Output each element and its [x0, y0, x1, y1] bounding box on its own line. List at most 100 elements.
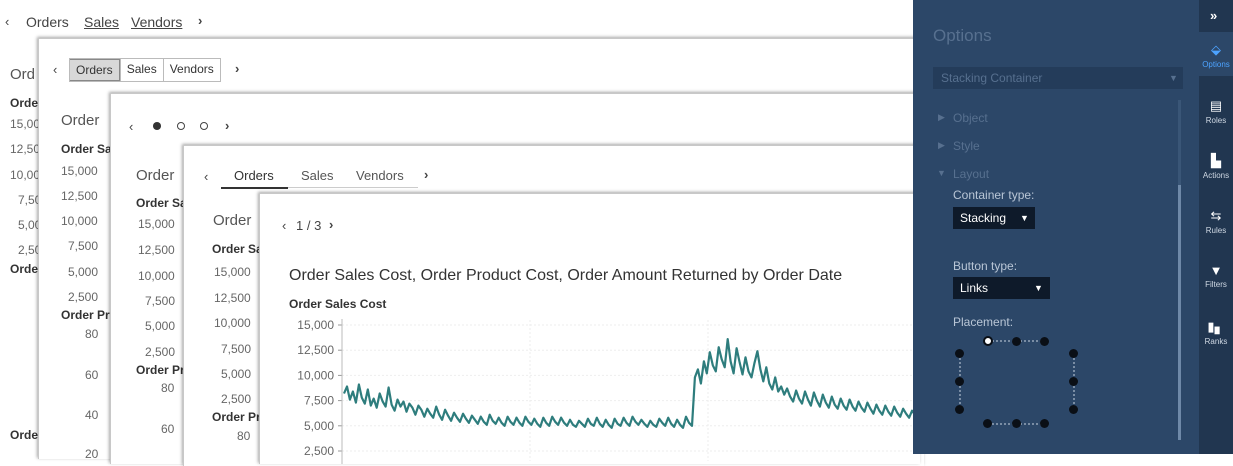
rail-roles[interactable]: ▤ Roles: [1199, 98, 1233, 125]
y-tick: 10,000: [138, 269, 175, 283]
rail-actions[interactable]: ▙ Actions: [1199, 153, 1233, 180]
section-layout[interactable]: Layout: [953, 167, 989, 181]
y-tick: 5,000: [145, 319, 176, 333]
prev-arrow-icon[interactable]: ‹: [53, 62, 57, 77]
rail-label: Ranks: [1204, 337, 1228, 346]
expand-arrow-icon[interactable]: ▶: [938, 140, 945, 151]
y-tick: 12,500: [214, 291, 251, 305]
y-tick-label: 7,500: [304, 394, 334, 408]
ranks-icon: ▮▖: [1207, 319, 1225, 334]
object-dropdown[interactable]: Stacking Container ▼: [933, 67, 1183, 89]
select-value: Links: [960, 281, 989, 295]
y-tick: 7,500: [145, 294, 176, 308]
section-style[interactable]: Style: [953, 139, 980, 153]
rail-ranks[interactable]: ▮▖ Ranks: [1199, 319, 1233, 346]
button-group: Orders Sales Vendors: [69, 58, 221, 82]
placement-option-left-top[interactable]: [955, 349, 964, 358]
y-tick: 40: [85, 408, 99, 422]
page-dot-active[interactable]: [153, 122, 161, 130]
active-tab-underline: [221, 187, 288, 189]
rail-rules[interactable]: ⇆ Rules: [1199, 208, 1233, 235]
placement-option-top-left-selected[interactable]: [983, 336, 993, 346]
y-tick: 5,000: [221, 367, 252, 381]
y-tick: 12,500: [138, 243, 175, 257]
collapse-panel-icon[interactable]: »: [1210, 8, 1217, 23]
expand-arrow-icon[interactable]: ▶: [938, 112, 945, 123]
collapse-arrow-icon[interactable]: ▼: [937, 168, 946, 178]
rail-filters[interactable]: ▼ Filters: [1199, 263, 1233, 289]
next-arrow-icon[interactable]: ›: [225, 118, 229, 133]
next-arrow-icon[interactable]: ›: [198, 13, 202, 28]
page-dot[interactable]: [177, 122, 185, 130]
panel-scrollbar-thumb[interactable]: [1178, 185, 1181, 440]
y-tick: 7,500: [221, 342, 252, 356]
page-title: Order: [136, 167, 175, 184]
y-tick: 80: [237, 429, 251, 443]
rail-label: Rules: [1205, 226, 1227, 235]
next-arrow-icon[interactable]: ›: [235, 61, 239, 76]
placement-option-bottom-left[interactable]: [983, 419, 992, 428]
y-tick: 12,50: [10, 142, 41, 156]
y-tick: 10,000: [61, 214, 98, 228]
tab-sales[interactable]: Sales: [301, 168, 334, 183]
y-tick: 10,000: [214, 316, 251, 330]
prev-arrow-icon[interactable]: ‹: [5, 14, 9, 29]
rail-label: Roles: [1205, 116, 1227, 125]
section-object[interactable]: Object: [953, 111, 988, 125]
placement-option-bottom-center[interactable]: [1012, 419, 1021, 428]
rail-label: Filters: [1205, 280, 1227, 289]
y-tick: 20: [85, 447, 99, 461]
axis-label: Order Pr: [212, 410, 261, 424]
y-tick-label: 12,500: [297, 343, 334, 357]
container-type-select[interactable]: Stacking ▼: [953, 207, 1035, 229]
placement-option-left-bottom[interactable]: [955, 405, 964, 414]
filter-icon: ▼: [1209, 263, 1223, 278]
button-sales[interactable]: Sales: [119, 59, 163, 81]
link-orders[interactable]: Orders: [26, 14, 69, 30]
options-panel: Options Stacking Container ▼ ▶ Object ▶ …: [913, 0, 1199, 454]
placement-option-right-middle[interactable]: [1069, 377, 1078, 386]
y-tick: 12,500: [61, 189, 98, 203]
prev-arrow-icon[interactable]: ‹: [129, 119, 133, 134]
link-sales[interactable]: Sales: [84, 14, 119, 30]
actions-icon: ▙: [1211, 153, 1221, 168]
y-tick: 15,000: [61, 164, 98, 178]
placement-option-top-center[interactable]: [1012, 337, 1021, 346]
placement-option-bottom-right[interactable]: [1040, 419, 1049, 428]
button-orders[interactable]: Orders: [70, 59, 120, 81]
axis-label: Orde: [10, 262, 39, 276]
series-line-order-sales-cost[interactable]: [342, 338, 919, 429]
roles-icon: ▤: [1209, 98, 1223, 113]
prev-arrow-icon[interactable]: ‹: [204, 169, 208, 184]
page-title: Order: [61, 112, 100, 129]
chevron-down-icon: ▼: [1034, 283, 1043, 293]
rules-icon: ⇆: [1210, 208, 1222, 223]
dropdown-value: Stacking Container: [941, 71, 1043, 85]
placement-option-right-top[interactable]: [1069, 349, 1078, 358]
button-type-select[interactable]: Links ▼: [953, 277, 1050, 299]
container-type-label: Container type:: [953, 188, 1035, 202]
axis-label: Order Sa: [136, 196, 187, 210]
tab-divider: [288, 187, 418, 188]
chevron-down-icon: ▼: [1020, 213, 1029, 223]
y-tick: 5,000: [68, 265, 99, 279]
y-tick: 2,500: [68, 290, 99, 304]
tab-orders[interactable]: Orders: [234, 168, 274, 183]
placement-option-top-right[interactable]: [1040, 337, 1049, 346]
rail-options[interactable]: ⬙ Options: [1199, 42, 1233, 69]
side-rail: » ⬙ Options ▤ Roles ▙ Actions ⇆ Rules ▼ …: [1199, 0, 1233, 454]
y-tick-label: 10,000: [297, 368, 334, 382]
next-arrow-icon[interactable]: ›: [424, 167, 428, 182]
link-vendors[interactable]: Vendors: [131, 14, 182, 30]
page-dot[interactable]: [200, 122, 208, 130]
placement-option-left-middle[interactable]: [955, 377, 964, 386]
page-title: Order: [213, 212, 252, 229]
placement-option-right-bottom[interactable]: [1069, 405, 1078, 414]
y-tick-label: 2,500: [304, 444, 334, 458]
tab-vendors[interactable]: Vendors: [356, 168, 404, 183]
axis-label: Order Pr: [136, 363, 185, 377]
rail-label: Actions: [1202, 171, 1230, 180]
paint-icon: ⬙: [1211, 42, 1221, 57]
button-vendors[interactable]: Vendors: [162, 59, 220, 81]
y-tick: 7,500: [68, 239, 99, 253]
